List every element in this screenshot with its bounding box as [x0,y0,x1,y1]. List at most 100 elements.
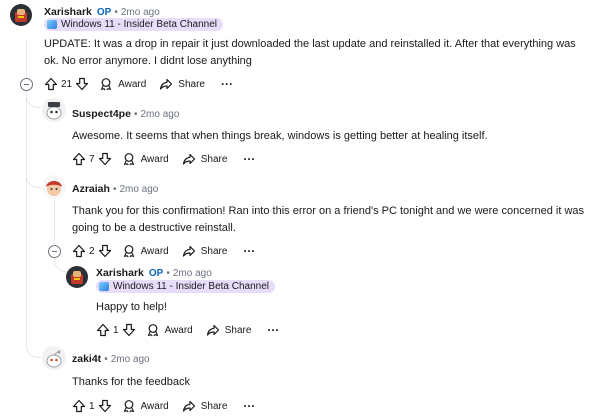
comment-author[interactable]: Xarishark [96,267,144,279]
arrow-up-icon [44,77,58,91]
upvote-button[interactable] [72,152,86,166]
op-badge: OP [96,6,112,18]
flair-text: Windows 11 - Insider Beta Channel [61,19,218,30]
user-flair: Windows 11 - Insider Beta Channel [44,18,224,31]
vote-count: 1 [113,324,119,336]
collapse-thread-icon[interactable] [20,78,33,91]
arrow-down-icon [98,244,112,258]
comment-author[interactable]: zaki4t [72,353,101,365]
comment-body: Awesome. It seems that when things break… [72,130,488,142]
separator-dot: • [114,6,118,18]
upvote-button[interactable] [44,77,58,91]
vote-count: 1 [89,400,95,412]
vote-count: 7 [89,153,95,165]
separator-dot: • [112,183,117,195]
share-button[interactable]: Share [159,77,205,91]
arrow-up-icon [96,323,110,337]
downvote-button[interactable] [98,399,112,413]
avatar[interactable] [42,175,66,199]
comment-actions: 1 Award Share ··· [96,322,279,338]
award-button[interactable]: Award [146,323,193,337]
arrow-up-icon [72,244,86,258]
comment-body: Thank you for this confirmation! Ran int… [72,205,585,234]
share-button[interactable]: Share [206,323,251,337]
share-label: Share [200,153,228,165]
comment-body: Thanks for the feedback [72,376,191,388]
vote-count: 21 [61,78,73,90]
award-label: Award [140,153,169,165]
share-label: Share [178,78,205,90]
thread-elbow [26,170,41,188]
share-button[interactable]: Share [182,399,228,413]
comment-timestamp[interactable]: 2mo ago [119,184,158,195]
flair-text: Windows 11 - Insider Beta Channel [113,281,270,292]
vote-count: 2 [89,245,95,257]
award-button[interactable]: Award [122,399,169,413]
thread-line-root-lower [26,92,27,340]
windows-logo-icon [99,282,109,291]
award-button[interactable]: Award [99,77,146,91]
share-icon [206,323,220,337]
comment-actions: 2 Award Share ··· [72,243,255,259]
thread-line-azraiah [54,200,55,250]
arrow-down-icon [122,323,136,337]
separator-dot: • [133,108,138,120]
downvote-button[interactable] [98,152,112,166]
comment-timestamp[interactable]: 2mo ago [121,7,160,18]
comment-author[interactable]: Xarishark [44,6,92,18]
more-options-icon[interactable]: ··· [243,400,255,412]
downvote-button[interactable] [75,77,89,91]
comment-body: UPDATE: It was a drop in repair it just … [44,38,576,67]
share-label: Share [200,400,228,412]
comment-actions: 7 Award Share ··· [72,151,255,167]
downvote-button[interactable] [122,323,136,337]
award-label: Award [118,78,147,90]
more-options-icon[interactable]: ··· [243,245,255,257]
avatar[interactable] [10,4,32,26]
upvote-button[interactable] [72,399,86,413]
arrow-down-icon [75,77,89,91]
award-icon [122,399,136,413]
award-icon [122,152,136,166]
share-icon [159,77,173,91]
avatar[interactable] [42,98,66,122]
comment-timestamp[interactable]: 2mo ago [111,354,150,365]
op-badge: OP [148,267,164,279]
upvote-button[interactable] [96,323,110,337]
downvote-button[interactable] [98,244,112,258]
comment-actions: 21 Award Share ··· [44,76,233,92]
share-icon [182,399,196,413]
share-label: Share [200,245,228,257]
share-icon [182,244,196,258]
thread-elbow [26,330,41,358]
upvote-button[interactable] [72,244,86,258]
comment-body: Happy to help! [96,301,167,313]
award-icon [146,323,160,337]
avatar[interactable] [42,346,66,370]
collapse-thread-icon[interactable] [48,245,61,258]
more-options-icon[interactable]: ··· [221,78,233,90]
share-button[interactable]: Share [182,244,228,258]
user-flair: Windows 11 - Insider Beta Channel [96,280,276,293]
award-label: Award [164,324,193,336]
more-options-icon[interactable]: ··· [267,324,279,336]
award-button[interactable]: Award [122,152,169,166]
arrow-down-icon [98,399,112,413]
arrow-up-icon [72,399,86,413]
avatar[interactable] [66,266,88,288]
arrow-up-icon [72,152,86,166]
award-label: Award [140,400,169,412]
share-button[interactable]: Share [182,152,228,166]
award-button[interactable]: Award [122,244,169,258]
separator-dot: • [104,353,108,365]
arrow-down-icon [98,152,112,166]
award-icon [99,77,113,91]
comment-timestamp[interactable]: 2mo ago [140,109,179,120]
more-options-icon[interactable]: ··· [243,153,255,165]
comment-author[interactable]: Suspect4pe [72,108,131,120]
comment-author[interactable]: Azraiah [72,183,110,195]
share-icon [182,152,196,166]
award-label: Award [140,245,169,257]
comment-timestamp[interactable]: 2mo ago [173,268,212,279]
separator-dot: • [166,267,170,279]
